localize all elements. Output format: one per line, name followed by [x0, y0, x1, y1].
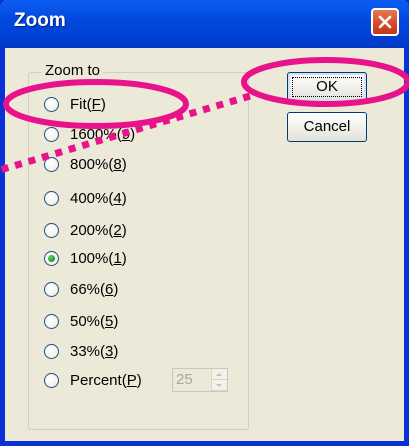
radio-400[interactable]: 400%(4)	[44, 186, 127, 210]
radio-button[interactable]	[44, 96, 59, 112]
radio-100-label: 100%	[70, 249, 109, 267]
radio-button[interactable]	[44, 343, 59, 359]
radio-400-mnemonic: 4	[113, 189, 122, 207]
spin-buttons	[211, 369, 227, 391]
radio-button[interactable]	[44, 313, 59, 329]
radio-percent-label: Percent	[70, 371, 122, 389]
radio-button[interactable]	[44, 190, 59, 206]
radio-percent-mnemonic: P	[126, 371, 137, 389]
radio-fit[interactable]: Fit(F)	[44, 92, 106, 116]
radio-fit-label: Fit	[70, 95, 87, 113]
radio-1600[interactable]: 1600%(9)	[44, 122, 135, 146]
ok-button[interactable]: OK	[287, 72, 367, 102]
radio-100[interactable]: 100%(1)	[44, 246, 127, 270]
spin-down-arrow-icon	[212, 380, 227, 391]
spin-up-arrow-icon	[212, 369, 227, 380]
radio-400-label: 400%	[70, 189, 109, 207]
close-button[interactable]	[371, 8, 399, 36]
radio-800[interactable]: 800%(8)	[44, 152, 127, 176]
title-bar[interactable]: Zoom	[0, 0, 409, 48]
radio-100-mnemonic: 1	[113, 249, 122, 267]
radio-33-label: 33%	[70, 342, 101, 360]
radio-button-selected[interactable]	[44, 250, 59, 266]
radio-200-label: 200%	[70, 221, 109, 239]
cancel-button[interactable]: Cancel	[287, 112, 367, 142]
zoom-to-group-label: Zoom to	[42, 62, 104, 79]
radio-percent[interactable]: Percent(P)	[44, 368, 142, 392]
radio-button[interactable]	[44, 126, 59, 142]
percent-value: 25	[176, 371, 193, 388]
percent-spinner: 25	[172, 368, 228, 392]
radio-200[interactable]: 200%(2)	[44, 218, 127, 242]
radio-66-mnemonic: 6	[105, 280, 114, 298]
radio-33-mnemonic: 3	[105, 342, 114, 360]
radio-800-mnemonic: 8	[113, 155, 122, 173]
focus-rectangle	[292, 77, 362, 97]
radio-50-mnemonic: 5	[105, 312, 114, 330]
radio-fit-mnemonic: F	[91, 95, 101, 113]
radio-50[interactable]: 50%(5)	[44, 309, 118, 333]
radio-800-label: 800%	[70, 155, 109, 173]
radio-1600-mnemonic: 9	[121, 125, 131, 143]
radio-button[interactable]	[44, 281, 59, 297]
close-icon	[378, 15, 392, 29]
radio-66-label: 66%	[70, 280, 101, 298]
radio-button[interactable]	[44, 372, 59, 388]
radio-button[interactable]	[44, 156, 59, 172]
radio-1600-label: 1600%	[70, 125, 117, 143]
cancel-button-label: Cancel	[303, 118, 351, 135]
radio-200-mnemonic: 2	[113, 221, 122, 239]
radio-66[interactable]: 66%(6)	[44, 277, 118, 301]
dialog-title: Zoom	[14, 10, 66, 31]
radio-button[interactable]	[44, 222, 59, 238]
radio-50-label: 50%	[70, 312, 101, 330]
radio-33[interactable]: 33%(3)	[44, 339, 118, 363]
